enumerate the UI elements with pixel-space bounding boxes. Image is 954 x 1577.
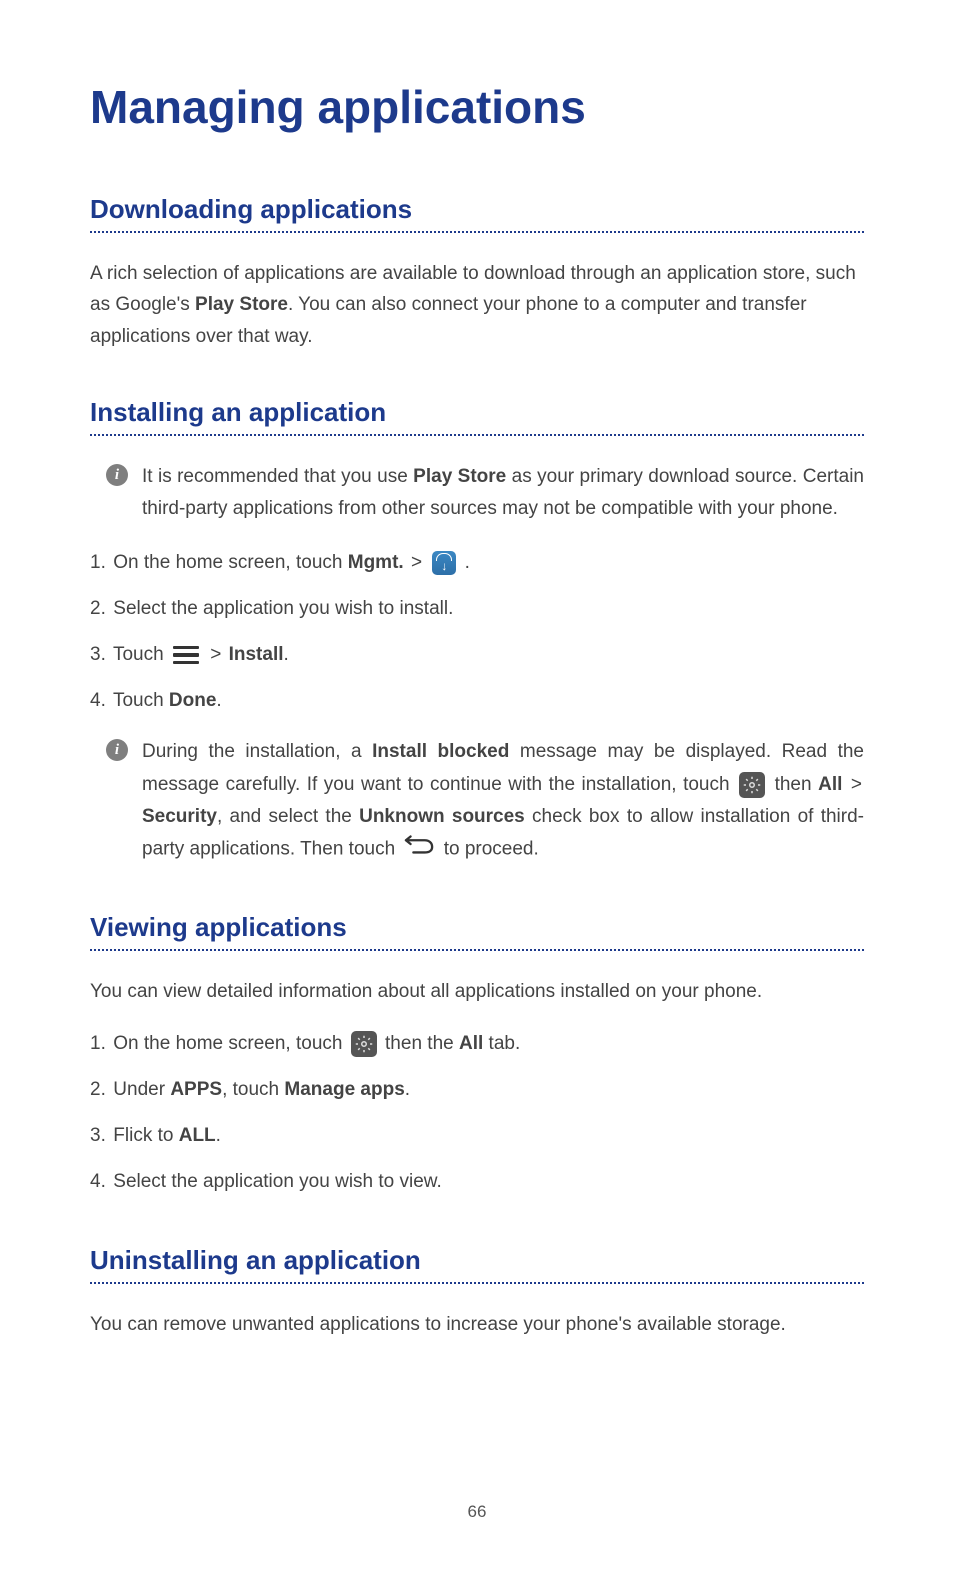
- manage-apps-label: Manage apps: [284, 1079, 404, 1100]
- info-text: During the installation, a Install block…: [142, 736, 864, 866]
- info-note: i It is recommended that you use Play St…: [90, 461, 864, 526]
- all-label: ALL: [179, 1125, 216, 1146]
- divider: [90, 1282, 864, 1284]
- viewing-body: You can view detailed information about …: [90, 976, 864, 1007]
- section-heading-installing: Installing an application: [90, 397, 864, 428]
- text: Touch: [113, 644, 169, 665]
- info-icon: i: [106, 464, 128, 486]
- info-text: It is recommended that you use Play Stor…: [142, 461, 864, 526]
- step-1: 1. On the home screen, touch Mgmt. > .: [90, 546, 864, 580]
- text: , touch: [222, 1079, 284, 1100]
- unknown-sources-label: Unknown sources: [359, 806, 525, 827]
- all-label: All: [818, 774, 842, 795]
- settings-icon: [351, 1031, 377, 1057]
- install-label: Install: [229, 644, 284, 665]
- text: .: [216, 1125, 221, 1146]
- step-2: 2. Select the application you wish to in…: [90, 592, 864, 626]
- page-number: 66: [0, 1502, 954, 1522]
- step-number: 4.: [90, 684, 108, 718]
- menu-icon: [173, 646, 199, 665]
- play-store-label: Play Store: [413, 466, 506, 487]
- step-4: 4. Touch Done.: [90, 684, 864, 718]
- step-4: 4. Select the application you wish to vi…: [90, 1165, 864, 1199]
- step-3: 3. Flick to ALL.: [90, 1119, 864, 1153]
- page-title: Managing applications: [90, 80, 864, 134]
- text: then the: [380, 1033, 459, 1054]
- section-heading-uninstalling: Uninstalling an application: [90, 1245, 864, 1276]
- done-label: Done: [169, 690, 217, 711]
- step-number: 2.: [90, 592, 108, 626]
- all-tab-label: All: [459, 1033, 483, 1054]
- play-store-label: Play Store: [195, 294, 288, 315]
- step-number: 2.: [90, 1073, 108, 1107]
- chevron-text: >: [210, 644, 221, 665]
- step-number: 3.: [90, 1119, 108, 1153]
- text: Under: [113, 1079, 170, 1100]
- info-icon: i: [106, 739, 128, 761]
- uninstalling-body: You can remove unwanted applications to …: [90, 1309, 864, 1340]
- chevron-text: >: [411, 552, 422, 573]
- step-1: 1. On the home screen, touch then the Al…: [90, 1027, 864, 1061]
- downloading-body: A rich selection of applications are ava…: [90, 258, 864, 352]
- step-3: 3. Touch > Install.: [90, 638, 864, 672]
- text: to proceed.: [444, 839, 539, 860]
- text: .: [216, 690, 221, 711]
- step-number: 1.: [90, 546, 108, 580]
- chevron-text: >: [851, 774, 862, 795]
- text: During the installation, a: [142, 741, 372, 762]
- divider: [90, 434, 864, 436]
- text: On the home screen, touch: [113, 1033, 347, 1054]
- mgmt-label: Mgmt.: [348, 552, 404, 573]
- step-number: 3.: [90, 638, 108, 672]
- install-blocked-label: Install blocked: [372, 741, 509, 762]
- settings-icon: [739, 772, 765, 798]
- text: Select the application you wish to view.: [113, 1171, 441, 1192]
- text: , and select the: [217, 806, 359, 827]
- section-heading-downloading: Downloading applications: [90, 194, 864, 225]
- step-number: 1.: [90, 1027, 108, 1061]
- section-heading-viewing: Viewing applications: [90, 912, 864, 943]
- text: It is recommended that you use: [142, 466, 413, 487]
- divider: [90, 231, 864, 233]
- back-icon: [404, 833, 434, 866]
- step-number: 4.: [90, 1165, 108, 1199]
- divider: [90, 949, 864, 951]
- text: tab.: [483, 1033, 520, 1054]
- text: .: [405, 1079, 410, 1100]
- text: Flick to: [113, 1125, 178, 1146]
- text: Touch: [113, 690, 169, 711]
- app-installer-icon: [432, 551, 456, 575]
- text: .: [284, 644, 289, 665]
- text: On the home screen, touch: [113, 552, 347, 573]
- apps-label: APPS: [170, 1079, 222, 1100]
- step-2: 2. Under APPS, touch Manage apps.: [90, 1073, 864, 1107]
- info-note: i During the installation, a Install blo…: [90, 736, 864, 866]
- text: Select the application you wish to insta…: [113, 598, 453, 619]
- text: then: [768, 774, 818, 795]
- security-label: Security: [142, 806, 217, 827]
- text: .: [459, 552, 470, 573]
